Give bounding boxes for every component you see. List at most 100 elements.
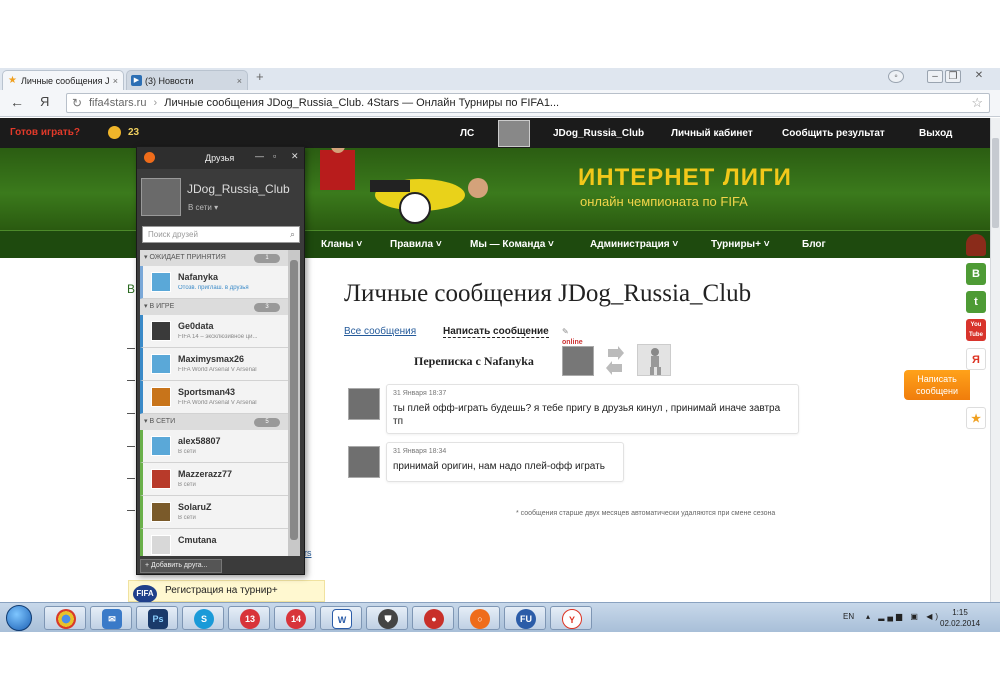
write-message-link[interactable]: Написать сообщение — [443, 326, 549, 338]
my-status-dropdown[interactable]: В сети ▾ — [188, 203, 218, 212]
message-text: ты плей офф-играть будешь? я тебе пригу … — [393, 403, 781, 427]
address-bar[interactable]: ↻ fifa4stars.ru › Личные сообщения JDog_… — [66, 93, 990, 113]
friend-row[interactable]: Sportsman43 FIFA World Arsenal V Arsenal — [140, 381, 288, 414]
photoshop-icon: Ps — [148, 609, 168, 629]
close-tab-icon[interactable]: × — [237, 71, 242, 90]
back-arrow-icon[interactable]: ← — [10, 94, 24, 110]
fifa14-icon: 14 — [286, 609, 306, 629]
friend-row[interactable]: Cmutana — [140, 529, 288, 556]
all-messages-link[interactable]: Все сообщения — [344, 326, 416, 337]
yandex-home-icon[interactable]: Я — [40, 94, 49, 109]
friend-row[interactable]: SolaruZ В сети — [140, 496, 288, 529]
profile-icon[interactable]: ◦ — [888, 70, 904, 83]
youtube-icon[interactable]: You Tube — [966, 319, 986, 341]
hat-icon[interactable] — [966, 234, 986, 256]
tournament-registration-bar[interactable]: FIFA Регистрация на турнир+ — [128, 580, 325, 603]
skype-icon: S — [194, 609, 214, 629]
start-button[interactable] — [6, 605, 32, 631]
friend-row[interactable]: Ge0data FIFA 14 – эксклюзивное ци... — [140, 315, 288, 348]
taskbar-yandex-browser[interactable]: Y — [550, 606, 592, 630]
sidebar-link-fragment[interactable]: rs — [304, 548, 312, 558]
close-window-button[interactable]: ✕ — [971, 70, 987, 83]
bookmark-star-icon[interactable]: ☆ — [971, 94, 983, 112]
add-friend-button[interactable]: + Добавить друга... — [140, 559, 222, 573]
windows-taskbar: ✉ Ps S 13 14 W ⛊ ● ○ FU Y EN ▴ ▂▄▆ ▣ ◀) … — [0, 602, 1000, 632]
friends-list-scrollbar[interactable] — [288, 250, 300, 556]
own-avatar[interactable] — [637, 344, 671, 376]
taskbar-chrome[interactable] — [44, 606, 86, 630]
taskbar-origin[interactable]: ○ — [458, 606, 500, 630]
user-avatar[interactable] — [498, 120, 530, 147]
coins-count: 23 — [128, 127, 140, 138]
friend-row[interactable]: Maximysmax26 FIFA World Arsenal V Arsenal — [140, 348, 288, 381]
tab-private-messages[interactable]: ★ Личные сообщения J × — [2, 70, 124, 90]
maximize-button[interactable]: ❐ — [945, 70, 961, 83]
favorite-star-icon[interactable]: ★ — [966, 407, 986, 429]
language-indicator[interactable]: EN — [843, 612, 854, 621]
friend-row[interactable]: alex58807 В сети — [140, 430, 288, 463]
yandex-icon[interactable]: Я — [966, 348, 986, 370]
restore-icon[interactable]: ▫ — [273, 151, 276, 161]
scrollbar-thumb[interactable] — [290, 260, 298, 540]
report-result-link[interactable]: Сообщить результат — [782, 128, 885, 139]
search-icon[interactable]: ⌕ — [290, 227, 295, 242]
menu-clans[interactable]: Кланы ˅ — [321, 239, 362, 250]
menu-administration[interactable]: Администрация ˅ — [590, 239, 678, 250]
taskbar-photoshop[interactable]: Ps — [136, 606, 178, 630]
friend-search-input[interactable]: Поиск друзей ⌕ — [142, 226, 300, 243]
friends-section-header[interactable]: ▾ ОЖИДАЕТ ПРИНЯТИЯ 1 — [140, 250, 288, 266]
friend-row[interactable]: Nafanyka Отозв. приглаш. в друзья — [140, 266, 288, 299]
friend-name: Mazzerazz77 — [178, 469, 233, 479]
friend-name: Sportsman43 — [178, 387, 236, 397]
minimize-icon[interactable]: — — [255, 151, 264, 161]
taskbar-word[interactable]: W — [320, 606, 362, 630]
friends-section-header[interactable]: ▾ В ИГРЕ 3 — [140, 299, 288, 315]
online-indicator: online — [562, 339, 583, 346]
message-avatar[interactable] — [348, 388, 380, 420]
ready-to-play-link[interactable]: Готов играть? — [10, 127, 80, 138]
taskbar-world-of-tanks[interactable]: ⛊ — [366, 606, 408, 630]
scrollbar-thumb[interactable] — [992, 138, 999, 228]
system-clock[interactable]: 1:15 02.02.2014 — [940, 607, 980, 629]
taskbar-mail[interactable]: ✉ — [90, 606, 132, 630]
tab-news[interactable]: ▶ (3) Новости × — [126, 70, 248, 90]
friends-section-header[interactable]: ▾ В СЕТИ 5 — [140, 414, 288, 430]
friend-avatar — [151, 354, 171, 374]
taskbar-skype[interactable]: S — [182, 606, 224, 630]
message-avatar[interactable] — [348, 446, 380, 478]
partner-avatar[interactable] — [562, 346, 594, 376]
app-icon: ● — [424, 609, 444, 629]
twitter-icon[interactable]: t — [966, 291, 986, 313]
tab-label: (3) Новости — [145, 76, 194, 86]
write-message-side-tab[interactable]: Написать сообщени — [904, 370, 970, 400]
new-tab-button[interactable]: + — [256, 69, 264, 84]
menu-rules[interactable]: Правила ˅ — [390, 239, 442, 250]
message-date: 31 Января 18:37 — [393, 390, 447, 397]
friend-row[interactable]: Mazzerazz77 В сети — [140, 463, 288, 496]
reload-icon[interactable]: ↻ — [72, 94, 82, 112]
tray-icons[interactable]: ▴ ▂▄▆ ▣ ◀) — [866, 612, 941, 621]
cabinet-link[interactable]: Личный кабинет — [671, 128, 753, 139]
friend-name: Ge0data — [178, 321, 214, 331]
star-favicon-icon: ★ — [8, 75, 17, 86]
menu-tournaments[interactable]: Турниры+ ˅ — [711, 239, 770, 250]
private-messages-link[interactable]: ЛС — [460, 128, 474, 139]
close-icon[interactable]: ✕ — [291, 151, 299, 162]
menu-team[interactable]: Мы — Команда ˅ — [470, 239, 554, 250]
vk-icon[interactable]: В — [966, 263, 986, 285]
close-tab-icon[interactable]: × — [113, 71, 118, 90]
address-separator: › — [153, 97, 158, 109]
friends-panel-header[interactable]: Друзья — ▫ ✕ — [137, 147, 304, 169]
logout-link[interactable]: Выход — [919, 128, 952, 139]
username-link[interactable]: JDog_Russia_Club — [553, 128, 644, 139]
taskbar-fifa13[interactable]: 13 — [228, 606, 270, 630]
minimize-button[interactable]: – — [927, 70, 943, 83]
page-scrollbar[interactable] — [990, 118, 1000, 602]
section-title: ОЖИДАЕТ ПРИНЯТИЯ — [149, 254, 226, 261]
edit-icon[interactable]: ✎ — [562, 327, 569, 336]
menu-blog[interactable]: Блог — [802, 239, 826, 250]
taskbar-app[interactable]: ● — [412, 606, 454, 630]
taskbar-fifa-utility[interactable]: FU — [504, 606, 546, 630]
taskbar-fifa14[interactable]: 14 — [274, 606, 316, 630]
my-avatar[interactable] — [141, 178, 181, 216]
